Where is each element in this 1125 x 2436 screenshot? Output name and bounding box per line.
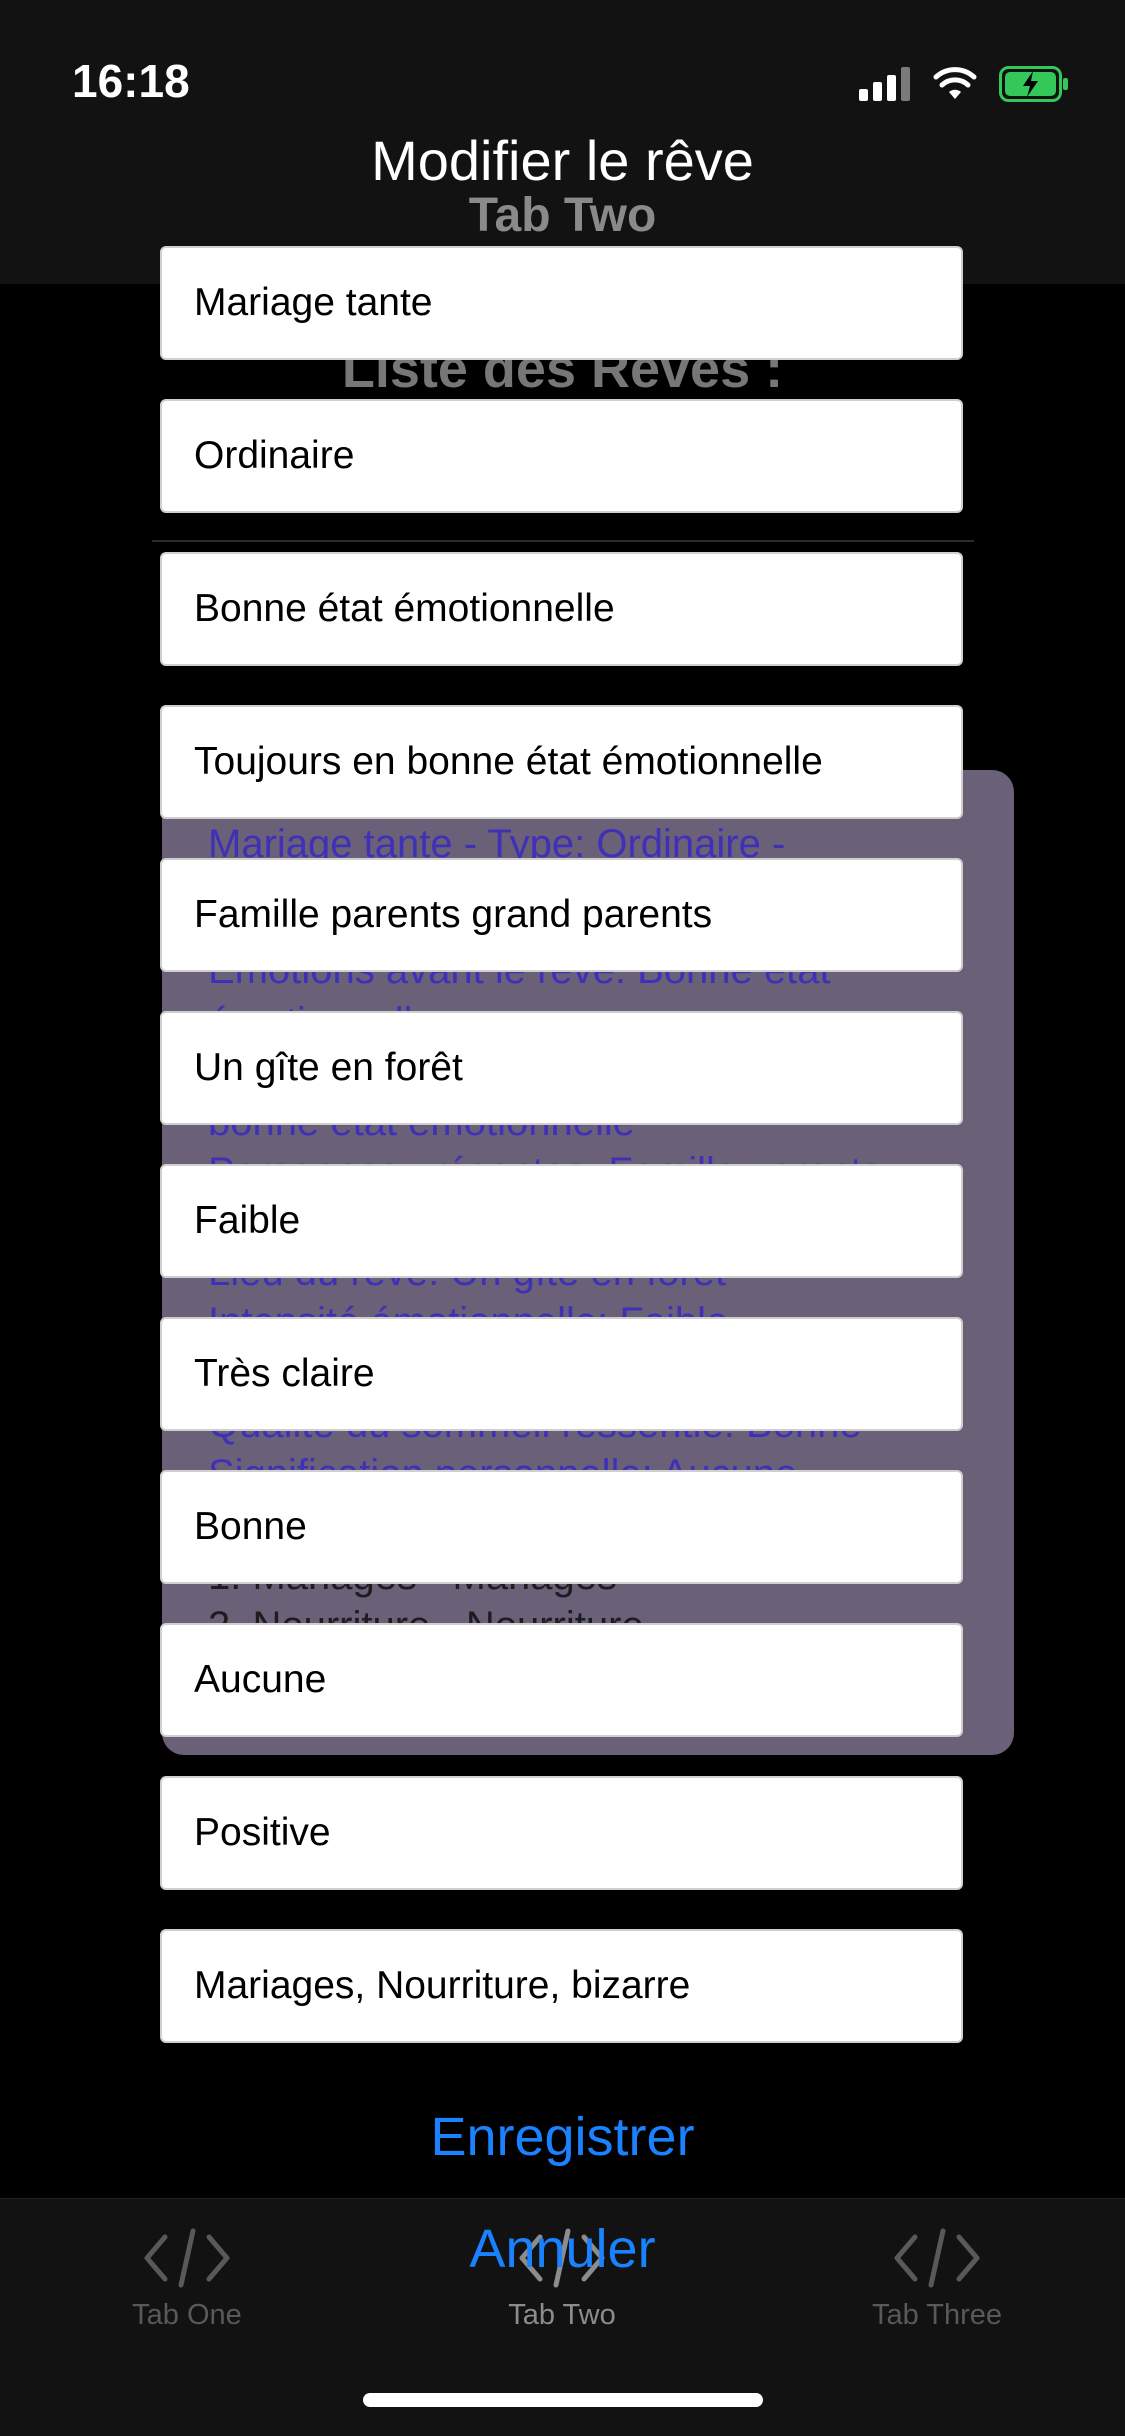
emotions-before-field[interactable]: Bonne état émotionnelle [160, 552, 963, 666]
field-value: Faible [194, 1199, 301, 1242]
status-icons [859, 64, 1069, 104]
field-value: Bonne état émotionnelle [194, 587, 615, 630]
field-value: Mariages, Nourriture, bizarre [194, 1964, 691, 2007]
field-value: Positive [194, 1811, 331, 1854]
save-button[interactable]: Enregistrer [0, 2106, 1125, 2168]
dream-location-field[interactable]: Un gîte en forêt [160, 1011, 963, 1125]
field-value: Mariage tante [194, 281, 433, 324]
emotional-intensity-field[interactable]: Faible [160, 1164, 963, 1278]
dream-clarity-field[interactable]: Très claire [160, 1317, 963, 1431]
screen: 16:18 Tab Two Liste des Rêves : Mariage … [0, 0, 1125, 2436]
cellular-signal-icon [859, 67, 910, 101]
background-nav-title: Tab Two [468, 189, 657, 242]
wifi-icon [933, 67, 977, 99]
dream-title-field[interactable]: Mariage tante [160, 246, 963, 360]
status-bar: 16:18 [0, 0, 1125, 140]
tab-label: Tab One [132, 2299, 242, 2331]
field-value: Ordinaire [194, 434, 355, 477]
tone-field[interactable]: Positive [160, 1776, 963, 1890]
field-value: Aucune [194, 1658, 327, 1701]
sleep-quality-field[interactable]: Bonne [160, 1470, 963, 1584]
home-indicator [363, 2393, 763, 2407]
personal-meaning-field[interactable]: Aucune [160, 1623, 963, 1737]
field-value: Bonne [194, 1505, 307, 1548]
tab-label: Tab Two [508, 2299, 616, 2331]
tags-field[interactable]: Mariages, Nourriture, bizarre [160, 1929, 963, 2043]
field-value: Très claire [194, 1352, 375, 1395]
field-value: Famille parents grand parents [194, 893, 713, 936]
cancel-button[interactable]: Annuler [0, 2218, 1125, 2280]
field-value: Un gîte en forêt [194, 1046, 463, 1089]
modal-title: Modifier le rêve [371, 129, 754, 192]
people-present-field[interactable]: Famille parents grand parents [160, 858, 963, 972]
battery-charging-icon [999, 66, 1068, 102]
divider [152, 540, 974, 542]
field-value: Toujours en bonne état émotionnelle [194, 740, 823, 783]
dream-type-field[interactable]: Ordinaire [160, 399, 963, 513]
status-time: 16:18 [72, 55, 190, 107]
tab-label: Tab Three [871, 2299, 1003, 2331]
emotions-after-field[interactable]: Toujours en bonne état émotionnelle [160, 705, 963, 819]
